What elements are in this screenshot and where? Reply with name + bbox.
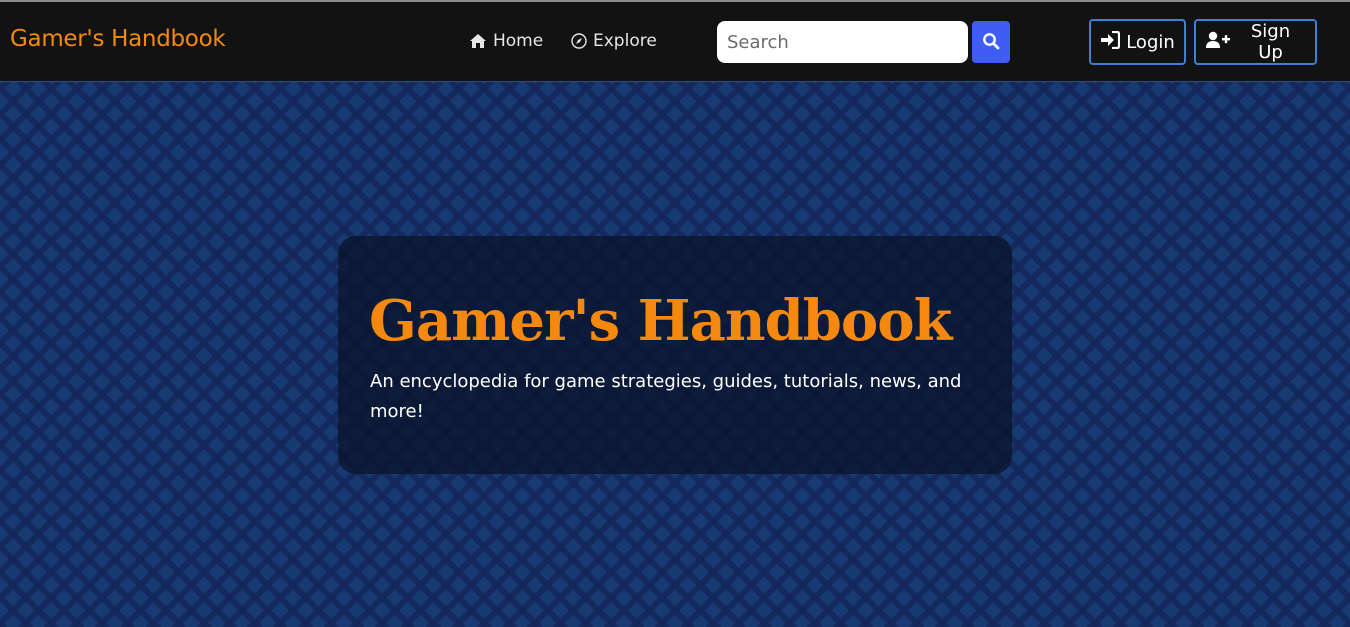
signup-label: Sign Up bbox=[1250, 21, 1291, 63]
login-label: Login bbox=[1126, 31, 1175, 53]
login-button[interactable]: Login bbox=[1089, 19, 1186, 65]
sign-in-icon bbox=[1100, 30, 1121, 54]
signup-button[interactable]: Sign Up bbox=[1194, 19, 1317, 65]
nav-link-home[interactable]: Home bbox=[469, 31, 543, 51]
nav-link-label: Explore bbox=[593, 31, 657, 51]
hero-subtitle: An encyclopedia for game strategies, gui… bbox=[370, 371, 962, 422]
search-icon bbox=[982, 32, 1000, 53]
search-input[interactable] bbox=[717, 21, 968, 63]
nav-link-label: Home bbox=[493, 31, 544, 51]
home-icon bbox=[469, 33, 487, 49]
navbar: Gamer's Handbook Home Explore Login Sign… bbox=[0, 2, 1350, 82]
nav-link-explore[interactable]: Explore bbox=[571, 31, 657, 51]
hero-title: Gamer's Handbook bbox=[369, 288, 952, 354]
search-button[interactable] bbox=[972, 21, 1010, 63]
user-plus-icon bbox=[1206, 31, 1230, 54]
compass-icon bbox=[571, 33, 587, 49]
hero-card: Gamer's Handbook An encyclopedia for gam… bbox=[338, 236, 1012, 474]
brand-logo-link[interactable]: Gamer's Handbook bbox=[10, 26, 226, 52]
